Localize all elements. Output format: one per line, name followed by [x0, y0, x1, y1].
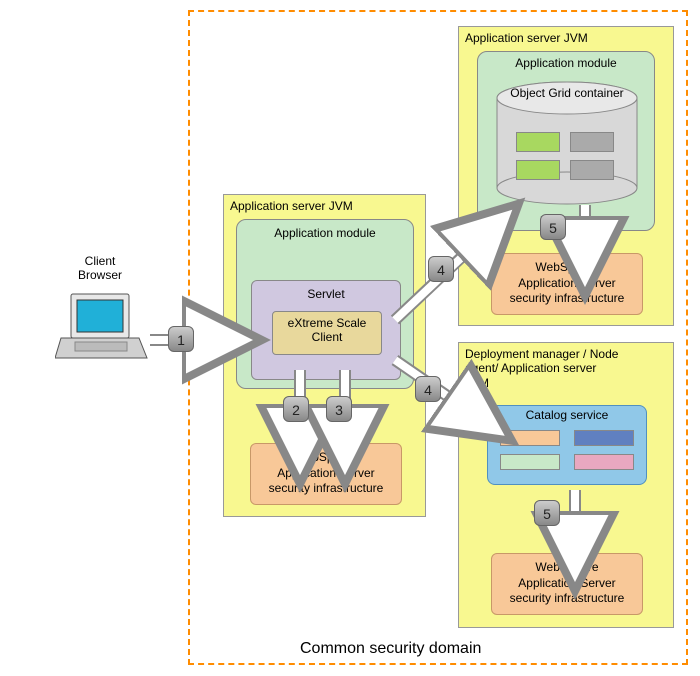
step-5b: 5	[534, 500, 560, 526]
step-5a: 5	[540, 214, 566, 240]
step-1: 1	[168, 326, 194, 352]
step-3: 3	[326, 396, 352, 422]
connectors	[0, 0, 700, 676]
step-4a: 4	[428, 256, 454, 282]
step-4b: 4	[415, 376, 441, 402]
step-2: 2	[283, 396, 309, 422]
